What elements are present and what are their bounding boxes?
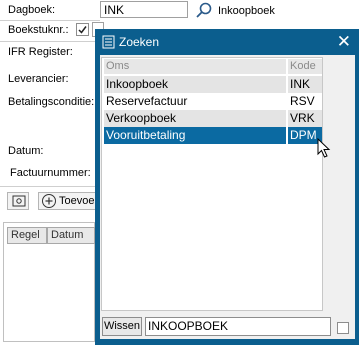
column-header-oms[interactable]: Oms xyxy=(104,59,286,74)
settings-icon xyxy=(12,195,26,207)
divider xyxy=(0,41,100,42)
list-item[interactable]: Inkoopboek INK xyxy=(102,76,322,93)
list-item-selected[interactable]: Vooruitbetaling DPM xyxy=(102,127,322,144)
search-dialog: Zoeken ✕ Oms Kode Inkoopboek INK Reserve… xyxy=(95,29,359,345)
search-icon[interactable] xyxy=(195,2,213,21)
column-header-kode[interactable]: Kode xyxy=(288,59,322,74)
leverancier-label: Leverancier: xyxy=(8,73,69,85)
datum-label: Datum: xyxy=(8,145,44,157)
boekstuknr-checkbox[interactable] xyxy=(76,23,89,36)
row-oms: Inkoopboek xyxy=(104,76,286,93)
plus-icon xyxy=(41,193,57,212)
wissen-button[interactable]: Wissen xyxy=(102,317,142,336)
row-kode: INK xyxy=(288,76,322,93)
dagboek-name: Inkoopboek xyxy=(218,5,275,17)
grid-header-datum[interactable]: Datum xyxy=(47,227,95,244)
dagboek-label: Dagboek: xyxy=(8,4,56,16)
row-oms: Vooruitbetaling xyxy=(104,127,286,144)
settings-button[interactable] xyxy=(7,192,29,210)
list-item[interactable]: Verkoopboek VRK xyxy=(102,110,322,127)
row-kode: RSV xyxy=(290,94,315,108)
row-oms: Verkoopboek xyxy=(104,110,286,127)
list-item[interactable]: Reservefactuur RSV xyxy=(102,93,322,110)
grid-header-regel[interactable]: Regel xyxy=(7,227,47,244)
dagboek-field[interactable]: INK xyxy=(100,1,188,18)
toevoegen-button[interactable]: Toevoe xyxy=(38,192,98,210)
ifr-register-label: IFR Register: xyxy=(8,46,73,58)
option-checkbox[interactable] xyxy=(337,322,349,334)
row-kode: VRK xyxy=(288,110,322,127)
divider xyxy=(0,20,100,21)
dagboek-value: INK xyxy=(104,3,125,17)
dialog-body: Oms Kode Inkoopboek INK Reservefactuur R… xyxy=(100,55,355,339)
mouse-cursor-icon xyxy=(317,137,331,163)
row-oms: Reservefactuur xyxy=(106,94,188,108)
search-input[interactable]: INKOOPBOEK xyxy=(145,317,331,336)
dialog-app-icon xyxy=(102,35,115,52)
dialog-titlebar[interactable]: Zoeken ✕ xyxy=(95,29,359,55)
boekstuknr-label: Boekstuknr.: xyxy=(8,24,69,36)
dialog-title: Zoeken xyxy=(119,35,160,49)
toevoegen-label: Toevoe xyxy=(59,195,95,207)
betalingsconditie-label: Betalingsconditie: xyxy=(8,96,95,108)
results-list[interactable]: Oms Kode Inkoopboek INK Reservefactuur R… xyxy=(101,57,323,311)
factuurnummer-label: Factuurnummer: xyxy=(10,167,91,179)
close-icon[interactable]: ✕ xyxy=(337,32,351,52)
results-header: Oms Kode xyxy=(102,58,322,75)
divider xyxy=(0,186,100,187)
